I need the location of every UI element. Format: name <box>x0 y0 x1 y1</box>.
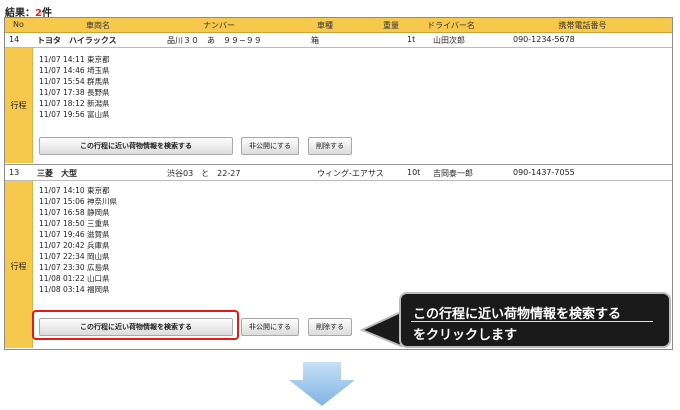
callout-line-1: この行程に近い荷物情報を検索する <box>413 307 622 322</box>
callout-underline <box>411 321 653 322</box>
callout-pointer <box>359 310 402 348</box>
callout-line-2: をクリックします <box>413 328 518 343</box>
instruction-callout: この行程に近い荷物情報を検索する をクリックします <box>399 292 671 348</box>
down-arrow-icon <box>289 362 355 406</box>
